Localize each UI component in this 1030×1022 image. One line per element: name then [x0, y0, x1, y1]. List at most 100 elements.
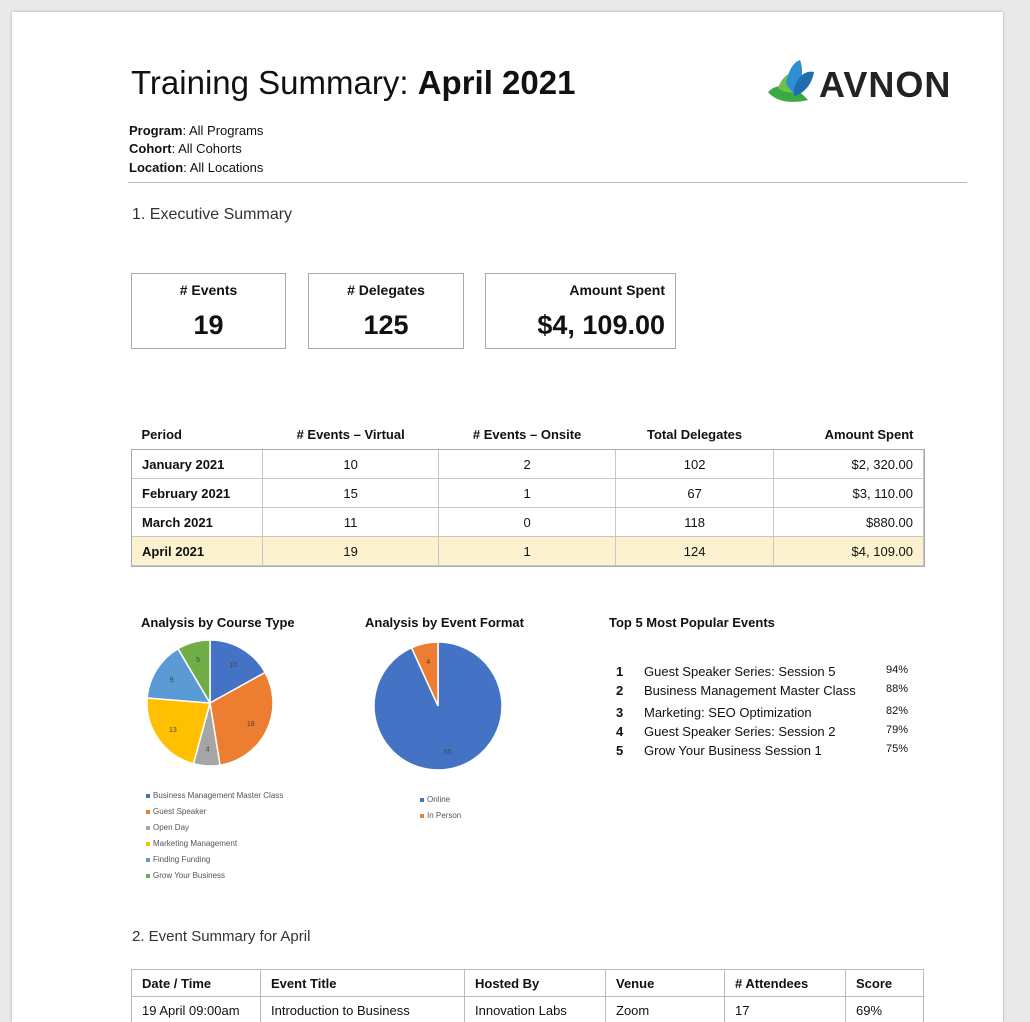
- legend-item: Finding Funding: [146, 852, 283, 868]
- table-row: January 2021 10 2 102 $2, 320.00: [132, 450, 924, 479]
- legend-swatch: [146, 858, 150, 862]
- filter-location: Location: All Locations: [129, 159, 263, 177]
- table-row: March 2021 11 0 118 $880.00: [132, 508, 924, 537]
- kpi-events: # Events 19: [131, 273, 286, 349]
- rank: 3: [616, 705, 623, 720]
- cell-virtual: 11: [263, 508, 439, 537]
- col-event-title: Event Title: [261, 970, 465, 997]
- pie-data-label: 4: [426, 659, 430, 666]
- legend-item: In Person: [420, 808, 461, 824]
- legend-item: Guest Speaker: [146, 804, 283, 820]
- cell-delegates: 124: [615, 537, 773, 566]
- event-name: Business Management Master Class: [644, 683, 856, 698]
- period-table: Period # Events – Virtual # Events – Ons…: [131, 419, 924, 566]
- legend-item: Online: [420, 792, 461, 808]
- popularity-pct: 94%: [886, 664, 908, 676]
- legend-swatch: [146, 810, 150, 814]
- rank: 1: [616, 664, 623, 679]
- cell-amount: $2, 320.00: [774, 450, 924, 479]
- kpi-amount-label: Amount Spent: [569, 282, 665, 298]
- cell-virtual: 19: [263, 537, 439, 566]
- pie-data-label: 18: [247, 721, 255, 728]
- pie-data-label: 13: [169, 727, 177, 734]
- table-row: 19 April 09:00am Introduction to Busines…: [132, 997, 924, 1022]
- table-row: February 2021 15 1 67 $3, 110.00: [132, 479, 924, 508]
- legend-item: Open Day: [146, 820, 283, 836]
- event-name: Guest Speaker Series: Session 5: [644, 664, 836, 679]
- filter-cohort: Cohort: All Cohorts: [129, 140, 242, 158]
- event-table: Date / Time Event Title Hosted By Venue …: [131, 969, 924, 1022]
- cell-virtual: 10: [263, 450, 439, 479]
- pie-data-label: 9: [170, 677, 174, 684]
- legend-label: Finding Funding: [153, 855, 210, 864]
- legend-label: Open Day: [153, 823, 189, 832]
- top5-title: Top 5 Most Popular Events: [609, 615, 775, 630]
- legend-swatch: [420, 798, 424, 802]
- event-name: Marketing: SEO Optimization: [644, 705, 812, 720]
- filter-program: Program: All Programs: [129, 122, 263, 140]
- leaf-logo-icon: [764, 58, 816, 108]
- col-period: Period: [132, 419, 263, 450]
- col-events-onsite: # Events – Onsite: [439, 419, 616, 450]
- legend-label: Guest Speaker: [153, 807, 206, 816]
- logo-text: AVNON: [819, 64, 951, 106]
- col-total-delegates: Total Delegates: [615, 419, 773, 450]
- legend-item: Grow Your Business: [146, 868, 283, 884]
- legend-swatch: [146, 842, 150, 846]
- kpi-events-value: 19: [132, 310, 285, 341]
- report-title: Training Summary: April 2021: [131, 64, 575, 102]
- title-prefix: Training Summary:: [131, 64, 409, 101]
- section-event-summary: 2. Event Summary for April: [132, 928, 310, 945]
- rank: 4: [616, 724, 623, 739]
- cell-event-title: Introduction to Business: [261, 997, 465, 1022]
- legend-item: Marketing Management: [146, 836, 283, 852]
- table-row-highlighted: April 2021 19 1 124 $4, 109.00: [132, 537, 924, 566]
- cell-amount: $880.00: [774, 508, 924, 537]
- kpi-delegates: # Delegates 125: [308, 273, 464, 349]
- kpi-delegates-value: 125: [309, 310, 463, 341]
- popularity-pct: 75%: [886, 743, 908, 755]
- header-divider: [128, 182, 967, 183]
- pie-data-label: 10: [229, 662, 237, 669]
- cell-amount: $3, 110.00: [774, 479, 924, 508]
- legend-swatch: [146, 794, 150, 798]
- legend-label: Marketing Management: [153, 839, 237, 848]
- cell-score: 69%: [846, 997, 924, 1022]
- rank: 2: [616, 683, 623, 698]
- legend-label: In Person: [427, 811, 461, 820]
- report-page: Training Summary: April 2021 AVNON Progr…: [12, 12, 1003, 1022]
- popularity-pct: 88%: [886, 683, 908, 695]
- cell-period: January 2021: [132, 450, 263, 479]
- course-type-legend: Business Management Master Class Guest Sp…: [146, 788, 283, 884]
- legend-label: Grow Your Business: [153, 871, 225, 880]
- cell-onsite: 1: [439, 537, 616, 566]
- col-venue: Venue: [606, 970, 725, 997]
- cell-period: March 2021: [132, 508, 263, 537]
- col-events-virtual: # Events – Virtual: [263, 419, 439, 450]
- kpi-delegates-label: # Delegates: [309, 282, 463, 298]
- course-type-chart-title: Analysis by Course Type: [141, 615, 295, 630]
- cell-delegates: 118: [615, 508, 773, 537]
- legend-swatch: [420, 814, 424, 818]
- cell-amount: $4, 109.00: [774, 537, 924, 566]
- event-format-chart-title: Analysis by Event Format: [365, 615, 524, 630]
- cell-period: April 2021: [132, 537, 263, 566]
- rank: 5: [616, 743, 623, 758]
- pie-data-label: 4: [206, 746, 210, 753]
- event-name: Guest Speaker Series: Session 2: [644, 724, 836, 739]
- popularity-pct: 79%: [886, 724, 908, 736]
- cell-delegates: 67: [615, 479, 773, 508]
- event-format-pie-chart: 554: [372, 640, 504, 772]
- title-period: April 2021: [418, 64, 576, 101]
- pie-data-label: 5: [196, 657, 200, 664]
- legend-label: Business Management Master Class: [153, 791, 283, 800]
- cell-virtual: 15: [263, 479, 439, 508]
- kpi-events-label: # Events: [132, 282, 285, 298]
- cell-onsite: 1: [439, 479, 616, 508]
- cell-delegates: 102: [615, 450, 773, 479]
- cell-onsite: 2: [439, 450, 616, 479]
- event-format-legend: Online In Person: [420, 792, 461, 824]
- event-name: Grow Your Business Session 1: [644, 743, 822, 758]
- col-score: Score: [846, 970, 924, 997]
- period-table-header: Period # Events – Virtual # Events – Ons…: [132, 419, 924, 450]
